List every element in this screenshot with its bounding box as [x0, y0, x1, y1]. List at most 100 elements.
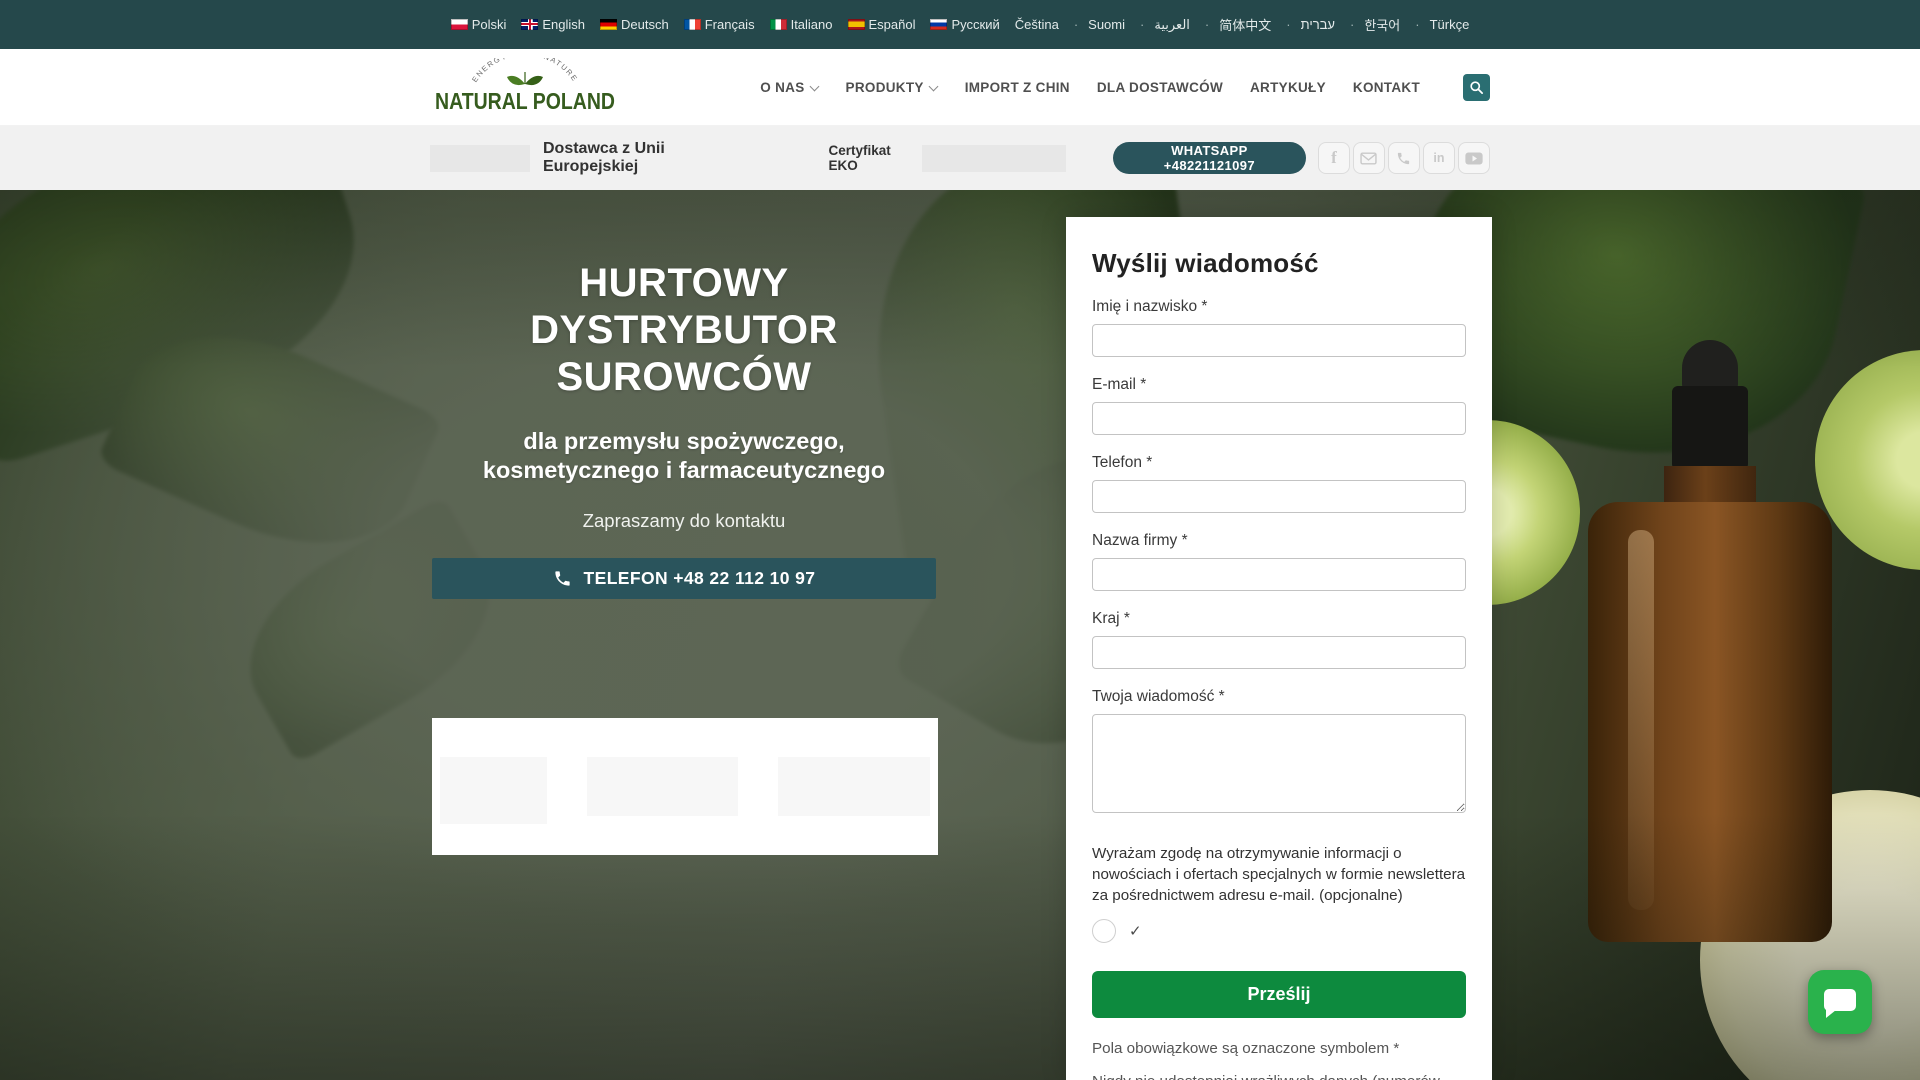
youtube-button[interactable]	[1457, 142, 1490, 174]
language-label: English	[542, 17, 586, 32]
nav-label: ARTYKUŁY	[1250, 79, 1326, 95]
language-russian[interactable]: Русский	[930, 17, 1000, 32]
name-field[interactable]	[1092, 324, 1466, 357]
company-field[interactable]	[1092, 558, 1466, 591]
hero-vignette	[0, 190, 1920, 1080]
partner-logo-placeholder	[586, 757, 739, 817]
partner-logo-placeholder	[778, 757, 930, 817]
email-field-label: E-mail *	[1092, 376, 1147, 393]
language-label: Türkçe	[1429, 17, 1470, 32]
spain-flag-icon	[847, 19, 865, 30]
main-header: ENERGY FROM NATURE NATURAL POLAND O NAS …	[0, 48, 1920, 126]
language-polski[interactable]: Polski	[450, 17, 507, 32]
hero-content: HURTOWY DYSTRYBUTOR SUROWCÓW dla przemys…	[432, 260, 938, 856]
eko-certificate-text: Certyfikat EKO	[828, 143, 891, 173]
form-title: Wyślij wiadomość	[1092, 248, 1319, 278]
language-korean[interactable]: 한국어	[1350, 15, 1400, 34]
logo-text: NATURAL POLAND	[435, 88, 615, 114]
language-label: 简体中文	[1219, 18, 1272, 33]
language-arabic[interactable]: العربية	[1140, 17, 1190, 33]
privacy-note: Nigdy nie udostępniaj wrażliwych danych …	[1092, 1072, 1466, 1080]
country-field-label: Kraj *	[1092, 610, 1130, 627]
phone-icon	[554, 571, 570, 586]
phone-button[interactable]	[1387, 142, 1420, 174]
language-label: Čeština	[1014, 17, 1059, 32]
hero-section: HURTOWY DYSTRYBUTOR SUROWCÓW dla przemys…	[0, 190, 1920, 1080]
country-field[interactable]	[1092, 636, 1466, 669]
language-chinese[interactable]: 简体中文	[1205, 15, 1271, 34]
eko-certificate-image-placeholder	[922, 144, 1066, 172]
nav-kontakt[interactable]: KONTAKT	[1353, 80, 1420, 95]
message-field-label: Twoja wiadomość *	[1092, 688, 1225, 705]
chevron-down-icon	[929, 81, 938, 90]
language-label: Русский	[951, 17, 1000, 32]
language-label: Deutsch	[621, 17, 669, 32]
language-label: עברית	[1300, 17, 1335, 32]
name-field-label: Imię i nazwisko *	[1092, 298, 1208, 315]
language-suomi[interactable]: Suomi	[1074, 17, 1125, 32]
nav-label: KONTAKT	[1352, 79, 1420, 95]
message-field[interactable]	[1092, 714, 1466, 813]
nav-o-nas[interactable]: O NAS	[760, 80, 818, 95]
language-cestina[interactable]: Čeština	[1015, 17, 1059, 32]
language-espanol[interactable]: Español	[847, 17, 915, 32]
search-icon	[1470, 80, 1483, 94]
language-turkce[interactable]: Türkçe	[1415, 17, 1470, 32]
facebook-button[interactable]: f	[1317, 142, 1350, 174]
nav-label: O NAS	[760, 79, 805, 95]
chat-button[interactable]	[1808, 970, 1872, 1034]
company-field-label: Nazwa firmy *	[1092, 532, 1188, 549]
chevron-down-icon	[810, 81, 819, 90]
linkedin-icon: in	[1433, 151, 1445, 165]
telephone-button-label: TELEFON +48 22 112 10 97	[583, 568, 816, 589]
partner-logo-placeholder	[440, 757, 547, 825]
phone-field[interactable]	[1092, 480, 1466, 513]
nav-dla-dostawcow[interactable]: DLA DOSTAWCÓW	[1097, 80, 1223, 95]
hero-subtitle: dla przemysłu spożywczego, kosmetycznego…	[482, 427, 886, 483]
main-nav: O NAS PRODUKTY IMPORT Z CHIN DLA DOSTAWC…	[760, 73, 1490, 101]
language-bar: Polski English Deutsch Français Italiano…	[0, 0, 1920, 49]
consent-radio[interactable]	[1092, 918, 1116, 943]
info-bar: Dostawca z Unii Europejskiej Certyfikat …	[0, 126, 1920, 190]
language-label: Italiano	[790, 17, 833, 32]
leaf-icon	[507, 71, 543, 85]
nav-artykuly[interactable]: ARTYKUŁY	[1250, 80, 1326, 95]
language-english[interactable]: English	[521, 17, 585, 32]
phone-field-label: Telefon *	[1092, 454, 1153, 471]
france-flag-icon	[683, 19, 701, 30]
nav-label: IMPORT Z CHIN	[964, 79, 1070, 95]
language-italiano[interactable]: Italiano	[769, 17, 833, 32]
germany-flag-icon	[600, 19, 618, 30]
contact-form-panel: Wyślij wiadomość Imię i nazwisko * E-mai…	[1066, 217, 1492, 1080]
email-button[interactable]	[1352, 142, 1385, 174]
telephone-button[interactable]: TELEFON +48 22 112 10 97	[432, 558, 936, 600]
partner-logos-box	[432, 718, 938, 856]
nav-import-z-chin[interactable]: IMPORT Z CHIN	[965, 80, 1070, 95]
eu-supplier-text: Dostawca z Unii Europejskiej	[542, 140, 665, 175]
eu-flag-image-placeholder	[430, 144, 530, 172]
language-hebrew[interactable]: עברית	[1286, 17, 1335, 32]
social-links: f in	[1317, 142, 1490, 174]
nav-produkty[interactable]: PRODUKTY	[846, 80, 938, 95]
youtube-icon	[1465, 152, 1483, 164]
language-deutsch[interactable]: Deutsch	[600, 17, 669, 32]
language-francais[interactable]: Français	[683, 17, 755, 32]
language-label: Suomi	[1088, 17, 1126, 32]
italy-flag-icon	[769, 19, 787, 30]
consent-row: ✓	[1092, 918, 1466, 943]
logo-graphic: ENERGY FROM NATURE NATURAL POLAND	[435, 48, 615, 114]
natural-poland-logo[interactable]: ENERGY FROM NATURE NATURAL POLAND	[430, 48, 620, 121]
required-fields-note: Pola obowiązkowe są oznaczone symbolem *	[1092, 1039, 1400, 1057]
hero-note: Zapraszamy do kontaktu	[582, 510, 786, 532]
linkedin-button[interactable]: in	[1422, 142, 1455, 174]
checkmark-icon: ✓	[1129, 922, 1142, 940]
search-button[interactable]	[1463, 73, 1490, 101]
nav-label: DLA DOSTAWCÓW	[1096, 79, 1223, 95]
whatsapp-button[interactable]: WHATSAPP +48221121097	[1112, 142, 1306, 174]
language-label: Polski	[471, 17, 507, 32]
submit-button[interactable]: Prześlij	[1092, 970, 1466, 1018]
email-field[interactable]	[1092, 402, 1466, 435]
language-label: العربية	[1154, 16, 1190, 32]
phone-icon	[1398, 152, 1410, 164]
hero-title: HURTOWY DYSTRYBUTOR SUROWCÓW	[530, 261, 838, 400]
